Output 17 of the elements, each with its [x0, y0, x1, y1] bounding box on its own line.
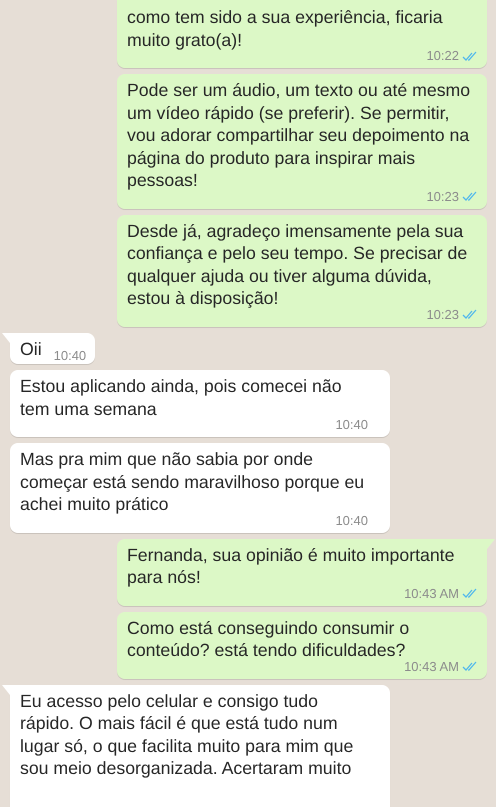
message-text: Oii: [20, 338, 42, 360]
message-text: Como está conseguindo consumir o conteúdo? está tendo dificuldades?: [127, 616, 410, 662]
message-text: Fernanda, sua opinião é muito importante para nós!: [127, 544, 456, 588]
message-text: Desde já, agradeço imensamente pela sua confiança e pelo seu tempo. Se precisar de qualquer ajuda ou tiver alguma dúvida, estou à disposição!: [127, 220, 468, 310]
message-time: 10:40: [335, 512, 368, 528]
message-time: 10:40: [54, 348, 86, 364]
message-time: 10:23: [426, 306, 459, 322]
message-text: Estou aplicando ainda, pois comecei não tem uma semana: [20, 375, 343, 420]
message-text: Mas pra mim que não sabia por onde começar está sendo maravilhoso porque eu achei muito prático: [20, 448, 366, 516]
message-text: Pode ser um áudio, um texto ou até mesmo um vídeo rápido (se preferir). Se permitir, vou adorar compartilhar seu depoimento na página do produto para inspirar mais pessoas!: [127, 79, 472, 192]
message-time: 10:40: [335, 417, 368, 433]
message-text: como tem sido a sua experiência, ficaria muito grato(a)!: [127, 6, 444, 50]
message-text: Eu acesso pelo celular e consigo tudo rápido. O mais fácil é que está tudo num lugar só, o que facilita muito para mim que sou meio desorganizada. Acertaram muito: [20, 690, 354, 780]
message-time: 10:43 AM: [404, 658, 459, 674]
message-time: 10:23: [426, 188, 459, 204]
message-time: 10:43 AM: [404, 586, 459, 602]
message-time: 10:22: [426, 48, 459, 64]
